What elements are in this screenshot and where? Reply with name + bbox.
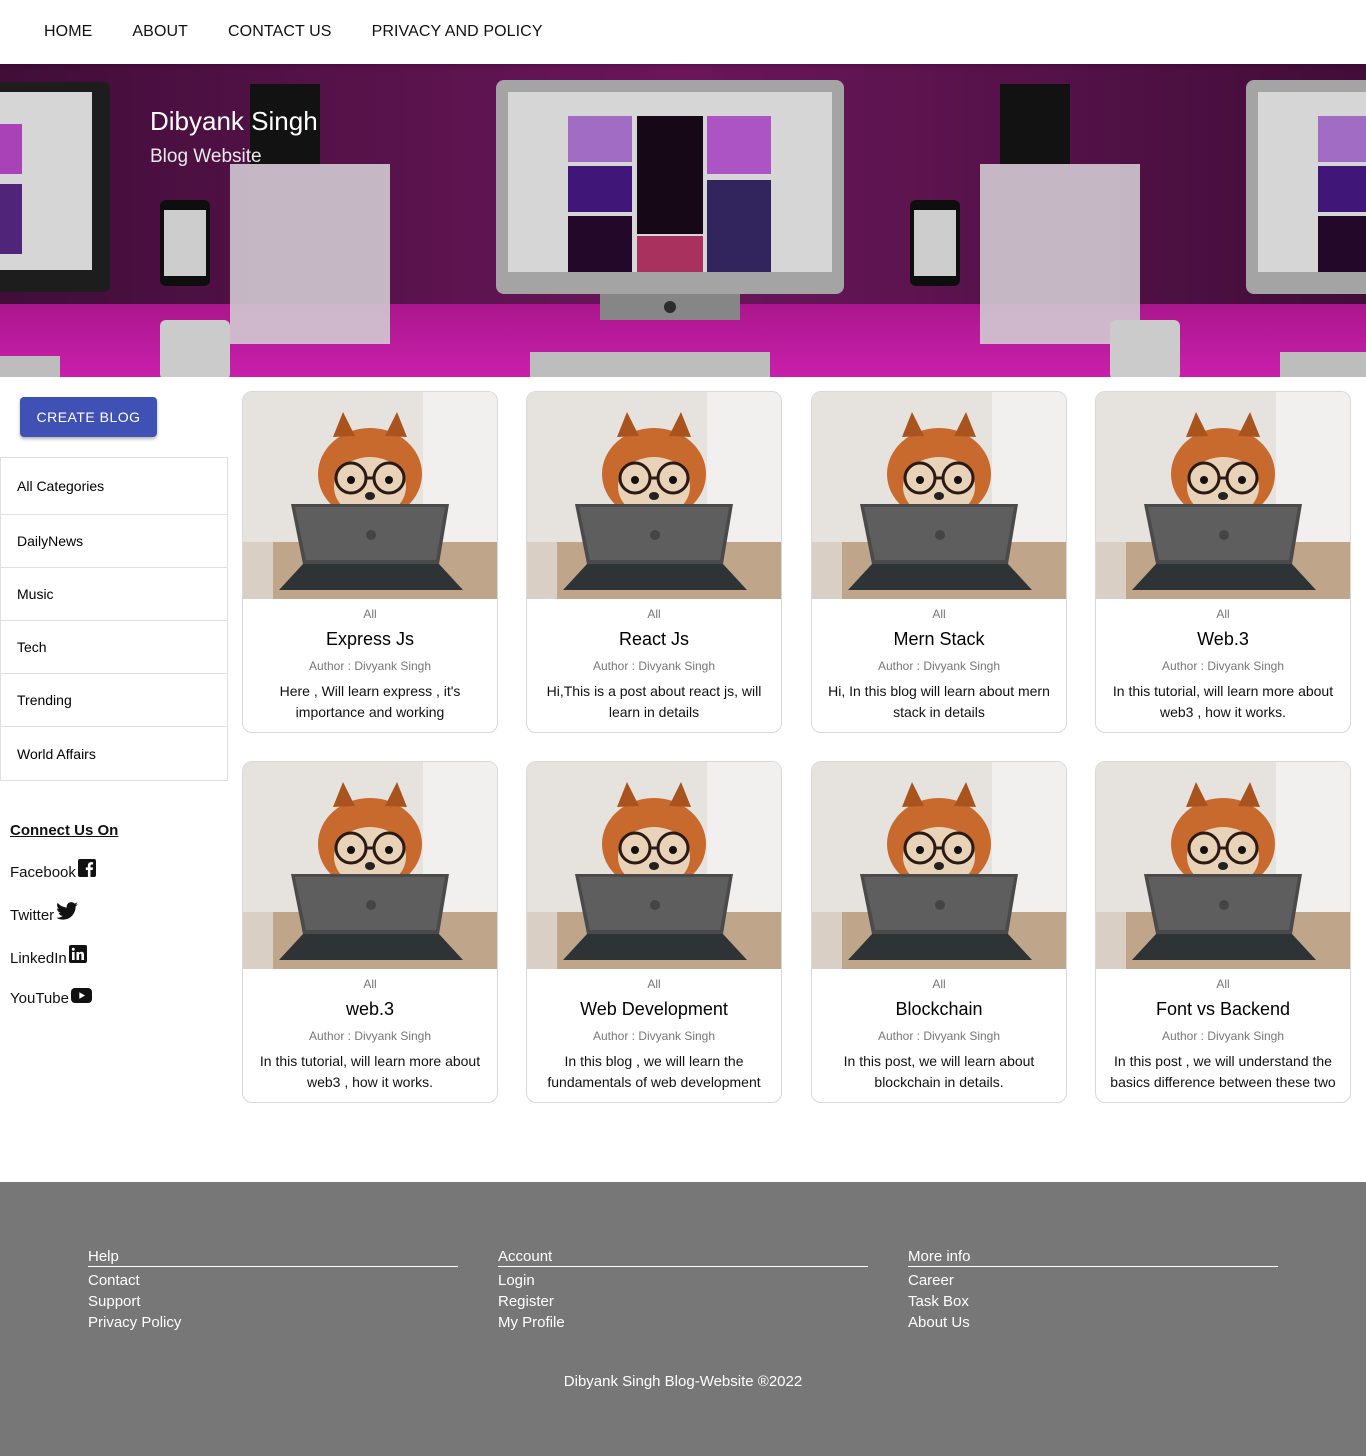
linkedin-icon xyxy=(68,945,87,963)
footer-heading: More info xyxy=(908,1248,1278,1267)
post-title: Web.3 xyxy=(1197,629,1249,649)
facebook-icon xyxy=(77,859,96,877)
post-card[interactable]: All Express Js Author : Divyank Singh He… xyxy=(242,391,498,733)
site-footer: Help Contact Support Privacy Policy Acco… xyxy=(0,1182,1366,1456)
category-dailynews[interactable]: DailyNews xyxy=(1,515,227,568)
post-description: In this post , we will understand the ba… xyxy=(1110,1053,1336,1090)
category-music[interactable]: Music xyxy=(1,568,227,621)
post-category: All xyxy=(932,607,946,621)
social-label: Twitter xyxy=(10,907,55,924)
category-world-affairs[interactable]: World Affairs xyxy=(1,727,227,780)
post-card[interactable]: All Blockchain Author : Divyank Singh In… xyxy=(811,761,1067,1103)
top-navbar: HOME ABOUT CONTACT US PRIVACY AND POLICY xyxy=(0,0,1366,64)
nav-privacy-and-policy[interactable]: PRIVACY AND POLICY xyxy=(352,23,563,41)
banner-subtitle: Blog Website xyxy=(150,146,262,167)
post-category: All xyxy=(647,607,661,621)
post-author: Author : Divyank Singh xyxy=(308,659,432,673)
footer-link-contact[interactable]: Contact xyxy=(88,1270,458,1291)
post-author: Author : Divyank Singh xyxy=(1161,659,1285,673)
post-description: Here , Will learn express , it's importa… xyxy=(279,683,461,720)
footer-column-more-info: More info Career Task Box About Us xyxy=(908,1248,1278,1333)
footer-link-my-profile[interactable]: My Profile xyxy=(498,1312,868,1333)
post-description: In this blog , we will learn the fundame… xyxy=(547,1053,761,1090)
post-description: In this tutorial, will learn more about … xyxy=(259,1053,481,1090)
footer-link-privacy-policy[interactable]: Privacy Policy xyxy=(88,1312,458,1333)
post-card[interactable]: All Font vs Backend Author : Divyank Sin… xyxy=(1095,761,1351,1103)
post-description: Hi, In this blog will learn about mern s… xyxy=(828,683,1050,720)
connect-us-heading: Connect Us On xyxy=(10,822,119,839)
post-author: Author : Divyank Singh xyxy=(308,1029,432,1043)
post-thumbnail xyxy=(243,762,497,969)
post-title: Font vs Backend xyxy=(1155,999,1291,1019)
post-title: Express Js xyxy=(325,629,415,649)
category-list: All Categories DailyNews Music Tech Tren… xyxy=(0,457,228,781)
post-title: Mern Stack xyxy=(893,629,985,649)
post-card[interactable]: All React Js Author : Divyank Singh Hi,T… xyxy=(526,391,782,733)
post-description: Hi,This is a post about react js, will l… xyxy=(546,683,762,720)
footer-link-about-us[interactable]: About Us xyxy=(908,1312,1278,1333)
post-title: Web Development xyxy=(580,999,728,1019)
social-linkedin-link[interactable]: LinkedIn xyxy=(10,945,87,967)
social-label: Facebook xyxy=(10,864,76,881)
post-card[interactable]: All web.3 Author : Divyank Singh In this… xyxy=(242,761,498,1103)
post-category: All xyxy=(363,607,377,621)
nav-home[interactable]: HOME xyxy=(24,23,112,41)
twitter-icon xyxy=(56,902,78,920)
post-category: All xyxy=(363,977,377,991)
category-all-categories[interactable]: All Categories xyxy=(1,458,227,515)
nav-contact-us[interactable]: CONTACT US xyxy=(208,23,352,41)
post-card[interactable]: All Web Development Author : Divyank Sin… xyxy=(526,761,782,1103)
post-thumbnail xyxy=(527,762,781,969)
social-label: LinkedIn xyxy=(10,950,67,967)
footer-heading: Help xyxy=(88,1248,458,1267)
social-youtube-link[interactable]: YouTube xyxy=(10,988,92,1007)
social-facebook-link[interactable]: Facebook xyxy=(10,859,96,881)
post-description: In this post, we will learn about blockc… xyxy=(843,1053,1035,1090)
post-title: React Js xyxy=(618,629,690,649)
category-tech[interactable]: Tech xyxy=(1,621,227,674)
post-author: Author : Divyank Singh xyxy=(877,1029,1001,1043)
post-thumbnail xyxy=(1096,392,1350,599)
post-author: Author : Divyank Singh xyxy=(592,659,716,673)
hero-banner: Dibyank Singh Blog Website xyxy=(0,64,1366,377)
post-thumbnail xyxy=(527,392,781,599)
footer-link-career[interactable]: Career xyxy=(908,1270,1278,1291)
post-author: Author : Divyank Singh xyxy=(1161,1029,1285,1043)
post-category: All xyxy=(1216,607,1230,621)
footer-column-account: Account Login Register My Profile xyxy=(498,1248,868,1333)
footer-link-support[interactable]: Support xyxy=(88,1291,458,1312)
social-twitter-link[interactable]: Twitter xyxy=(10,902,78,924)
post-category: All xyxy=(932,977,946,991)
footer-link-task-box[interactable]: Task Box xyxy=(908,1291,1278,1312)
post-author: Author : Divyank Singh xyxy=(592,1029,716,1043)
post-card[interactable]: All Web.3 Author : Divyank Singh In this… xyxy=(1095,391,1351,733)
post-title: web.3 xyxy=(345,999,395,1019)
nav-about[interactable]: ABOUT xyxy=(112,23,208,41)
post-category: All xyxy=(1216,977,1230,991)
category-trending[interactable]: Trending xyxy=(1,674,227,727)
post-thumbnail xyxy=(243,392,497,599)
youtube-icon xyxy=(70,988,92,1003)
footer-column-help: Help Contact Support Privacy Policy xyxy=(88,1248,458,1333)
social-label: YouTube xyxy=(10,990,69,1007)
footer-link-register[interactable]: Register xyxy=(498,1291,868,1312)
footer-copyright: Dibyank Singh Blog-Website ®2022 xyxy=(563,1373,803,1390)
post-title: Blockchain xyxy=(895,999,983,1019)
footer-link-login[interactable]: Login xyxy=(498,1270,868,1291)
post-description: In this tutorial, will learn more about … xyxy=(1112,683,1334,720)
post-category: All xyxy=(647,977,661,991)
footer-heading: Account xyxy=(498,1248,868,1267)
post-thumbnail xyxy=(812,392,1066,599)
post-author: Author : Divyank Singh xyxy=(877,659,1001,673)
post-card[interactable]: All Mern Stack Author : Divyank Singh Hi… xyxy=(811,391,1067,733)
banner-title: Dibyank Singh xyxy=(150,106,318,136)
post-thumbnail xyxy=(812,762,1066,969)
post-thumbnail xyxy=(1096,762,1350,969)
create-blog-button[interactable]: CREATE BLOG xyxy=(20,397,157,437)
